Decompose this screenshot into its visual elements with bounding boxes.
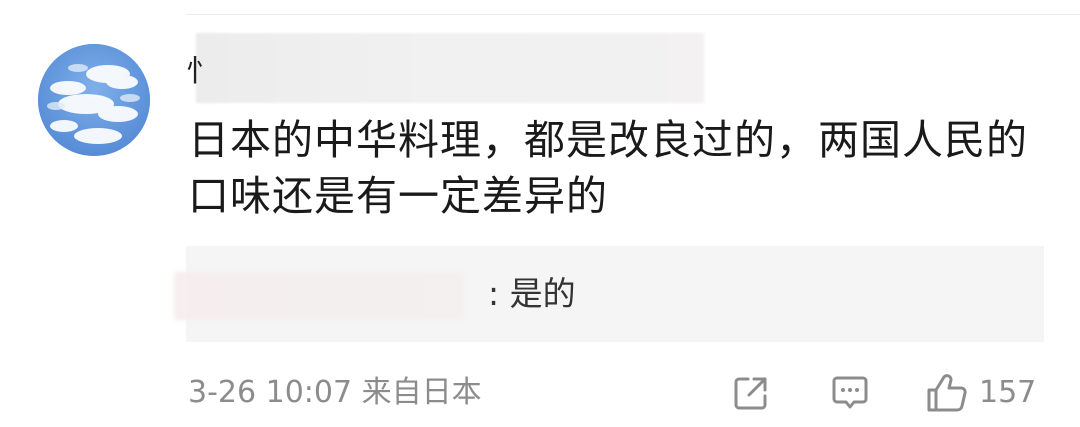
username-visible-char: 忄	[186, 54, 216, 89]
share-icon	[734, 377, 767, 410]
avatar[interactable]	[38, 44, 150, 156]
timestamp: 3-26 10:07	[188, 375, 353, 410]
like-count: 157	[979, 375, 1037, 410]
reply-preview[interactable]: : 是的	[174, 246, 1044, 342]
location: 来自日本	[361, 375, 482, 410]
comment-meta: 3-26 10:07 来自日本	[188, 372, 482, 414]
comment-footer: 3-26 10:07 来自日本 157	[188, 372, 1048, 416]
thumbs-up-icon	[927, 374, 967, 412]
reply-text: : 是的	[488, 274, 576, 313]
comment-icon	[832, 376, 868, 409]
comment-text: 日本的中华料理，都是改良过的，两国人民的口味还是有一定差异的	[188, 116, 1028, 220]
comment-card: 忄 日本的中华料理，都是改良过的，两国人民的口味还是有一定差异的 : 是的 3-…	[0, 0, 1080, 427]
like-button[interactable]: 157	[925, 372, 1036, 414]
username-redacted	[196, 33, 704, 103]
username[interactable]: 忄	[186, 33, 706, 103]
reply-author-redacted	[174, 272, 464, 320]
top-divider	[186, 14, 1080, 15]
share-button[interactable]	[732, 372, 770, 414]
reply-button[interactable]	[830, 372, 870, 414]
avatar-image	[38, 44, 150, 156]
